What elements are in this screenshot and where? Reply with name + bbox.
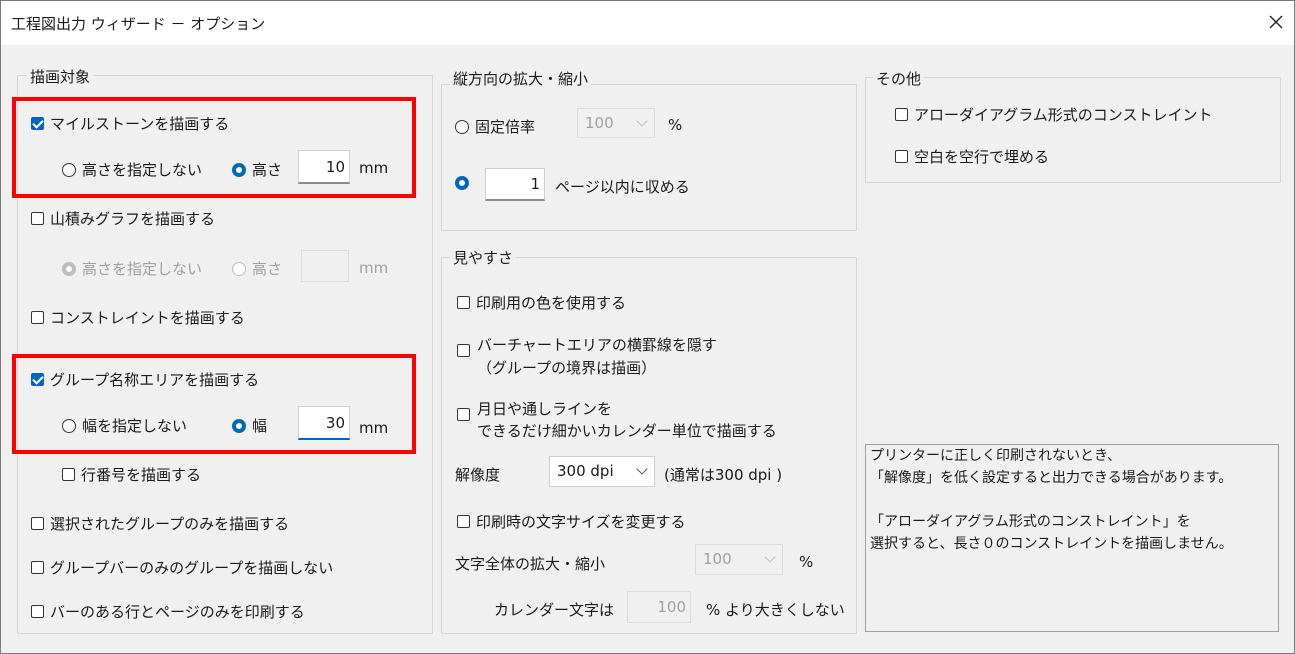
calendar-input[interactable]: 100 bbox=[627, 591, 691, 623]
resolution-note: (通常は300 dpi ) bbox=[664, 466, 783, 484]
calendar-note: % より大きくしない bbox=[706, 601, 845, 619]
checkbox-box[interactable] bbox=[31, 212, 44, 225]
visibility-group-label: 見やすさ bbox=[450, 247, 517, 268]
fixed-scale-combo[interactable]: 100 bbox=[577, 108, 655, 138]
checkbox-box[interactable] bbox=[895, 108, 908, 121]
checkbox-box[interactable] bbox=[31, 605, 44, 618]
print-color-checkbox[interactable]: 印刷用の色を使用する bbox=[457, 292, 626, 313]
other-group-label: その他 bbox=[873, 68, 925, 89]
hide-lines-label-1: バーチャートエリアの横罫線を隠す bbox=[477, 336, 717, 354]
radio-circle[interactable] bbox=[455, 119, 469, 134]
checkbox-box[interactable] bbox=[895, 150, 908, 163]
row-number-checkbox[interactable]: 行番号を描画する bbox=[62, 464, 201, 485]
resolution-combo[interactable]: 300 dpi bbox=[549, 456, 655, 487]
fill-blank-checkbox[interactable]: 空白を空行で埋める bbox=[895, 146, 1049, 167]
checkbox-box[interactable] bbox=[62, 468, 75, 481]
hide-lines-checkbox[interactable] bbox=[457, 344, 476, 357]
vertical-scale-group bbox=[441, 84, 857, 231]
month-day-label-1: 月日や通しラインを bbox=[477, 400, 613, 418]
fit-pages-input[interactable]: 1 bbox=[485, 168, 545, 201]
checkbox-box[interactable] bbox=[31, 311, 44, 324]
vertical-scale-group-label: 縦方向の拡大・縮小 bbox=[450, 68, 592, 89]
checkbox-box[interactable] bbox=[31, 561, 44, 574]
selected-groups-checkbox[interactable]: 選択されたグループのみを描画する bbox=[31, 513, 289, 534]
checkbox-box[interactable] bbox=[457, 296, 470, 309]
close-icon[interactable] bbox=[1264, 10, 1288, 34]
stacked-height-unit: mm bbox=[359, 259, 389, 277]
change-font-size-checkbox[interactable]: 印刷時の文字サイズを変更する bbox=[457, 511, 686, 532]
info-panel: プリンターに正しく印刷されないとき、 「解像度」を低く設定すると出力できる場合が… bbox=[865, 444, 1279, 632]
stacked-graph-checkbox[interactable]: 山積みグラフを描画する bbox=[31, 208, 215, 229]
visibility-group bbox=[441, 257, 857, 634]
info-line-2: 「解像度」を低く設定すると出力できる場合があります。 bbox=[870, 470, 1233, 486]
info-line-1: プリンターに正しく印刷されないとき、 bbox=[870, 448, 1122, 464]
stacked-height-radio[interactable]: 高さ bbox=[232, 258, 282, 279]
window-title: 工程図出力 ウィザード － オプション bbox=[11, 15, 266, 33]
fit-pages-radio[interactable] bbox=[455, 176, 475, 190]
month-day-label-2: できるだけ細かいカレンダー単位で描画する bbox=[477, 422, 777, 440]
group-bar-only-checkbox[interactable]: グループバーのみのグループを描画しない bbox=[31, 557, 333, 578]
bar-rows-pages-checkbox[interactable]: バーのある行とページのみを印刷する bbox=[31, 601, 305, 622]
text-scale-label: 文字全体の拡大・縮小 bbox=[455, 555, 606, 573]
draw-target-group-label: 描画対象 bbox=[27, 66, 94, 87]
group-name-highlight-box bbox=[12, 354, 416, 454]
chevron-down-icon bbox=[636, 463, 648, 475]
other-group bbox=[865, 77, 1281, 183]
info-line-4: 選択すると、長さ０のコンストレイントを描画しません。 bbox=[870, 536, 1233, 552]
calendar-label: カレンダー文字は bbox=[494, 601, 615, 619]
dialog-window: 工程図出力 ウィザード － オプション 描画対象 マイルストーンを描画する 高さ… bbox=[0, 0, 1295, 654]
radio-circle[interactable] bbox=[62, 261, 76, 276]
text-scale-combo[interactable]: 100 bbox=[695, 544, 783, 575]
stacked-no-height-radio[interactable]: 高さを指定しない bbox=[62, 258, 202, 279]
checkbox-box[interactable] bbox=[457, 344, 470, 357]
title-bar: 工程図出力 ウィザード － オプション bbox=[1, 1, 1294, 45]
checkbox-box[interactable] bbox=[457, 408, 470, 421]
constraint-checkbox[interactable]: コンストレイントを描画する bbox=[31, 307, 245, 328]
hide-lines-label-2: （グループの境界は描画） bbox=[477, 359, 657, 377]
info-line-3: 「アローダイアグラム形式のコンストレイント」を bbox=[870, 514, 1191, 530]
fixed-scale-radio[interactable]: 固定倍率 bbox=[455, 116, 535, 137]
fit-pages-label: ページ以内に収める bbox=[555, 178, 690, 196]
arrow-diagram-checkbox[interactable]: アローダイアグラム形式のコンストレイント bbox=[895, 104, 1213, 125]
resolution-label: 解像度 bbox=[455, 466, 501, 484]
month-day-checkbox[interactable] bbox=[457, 408, 476, 421]
stacked-height-input[interactable] bbox=[301, 250, 349, 282]
chevron-down-icon bbox=[764, 551, 776, 563]
checkbox-box[interactable] bbox=[457, 515, 470, 528]
radio-circle[interactable] bbox=[232, 261, 246, 276]
text-scale-unit: % bbox=[799, 553, 814, 571]
milestone-highlight-box bbox=[12, 97, 416, 198]
fixed-scale-percent: % bbox=[668, 116, 683, 134]
radio-circle[interactable] bbox=[455, 176, 469, 190]
chevron-down-icon bbox=[636, 115, 648, 127]
checkbox-box[interactable] bbox=[31, 517, 44, 530]
